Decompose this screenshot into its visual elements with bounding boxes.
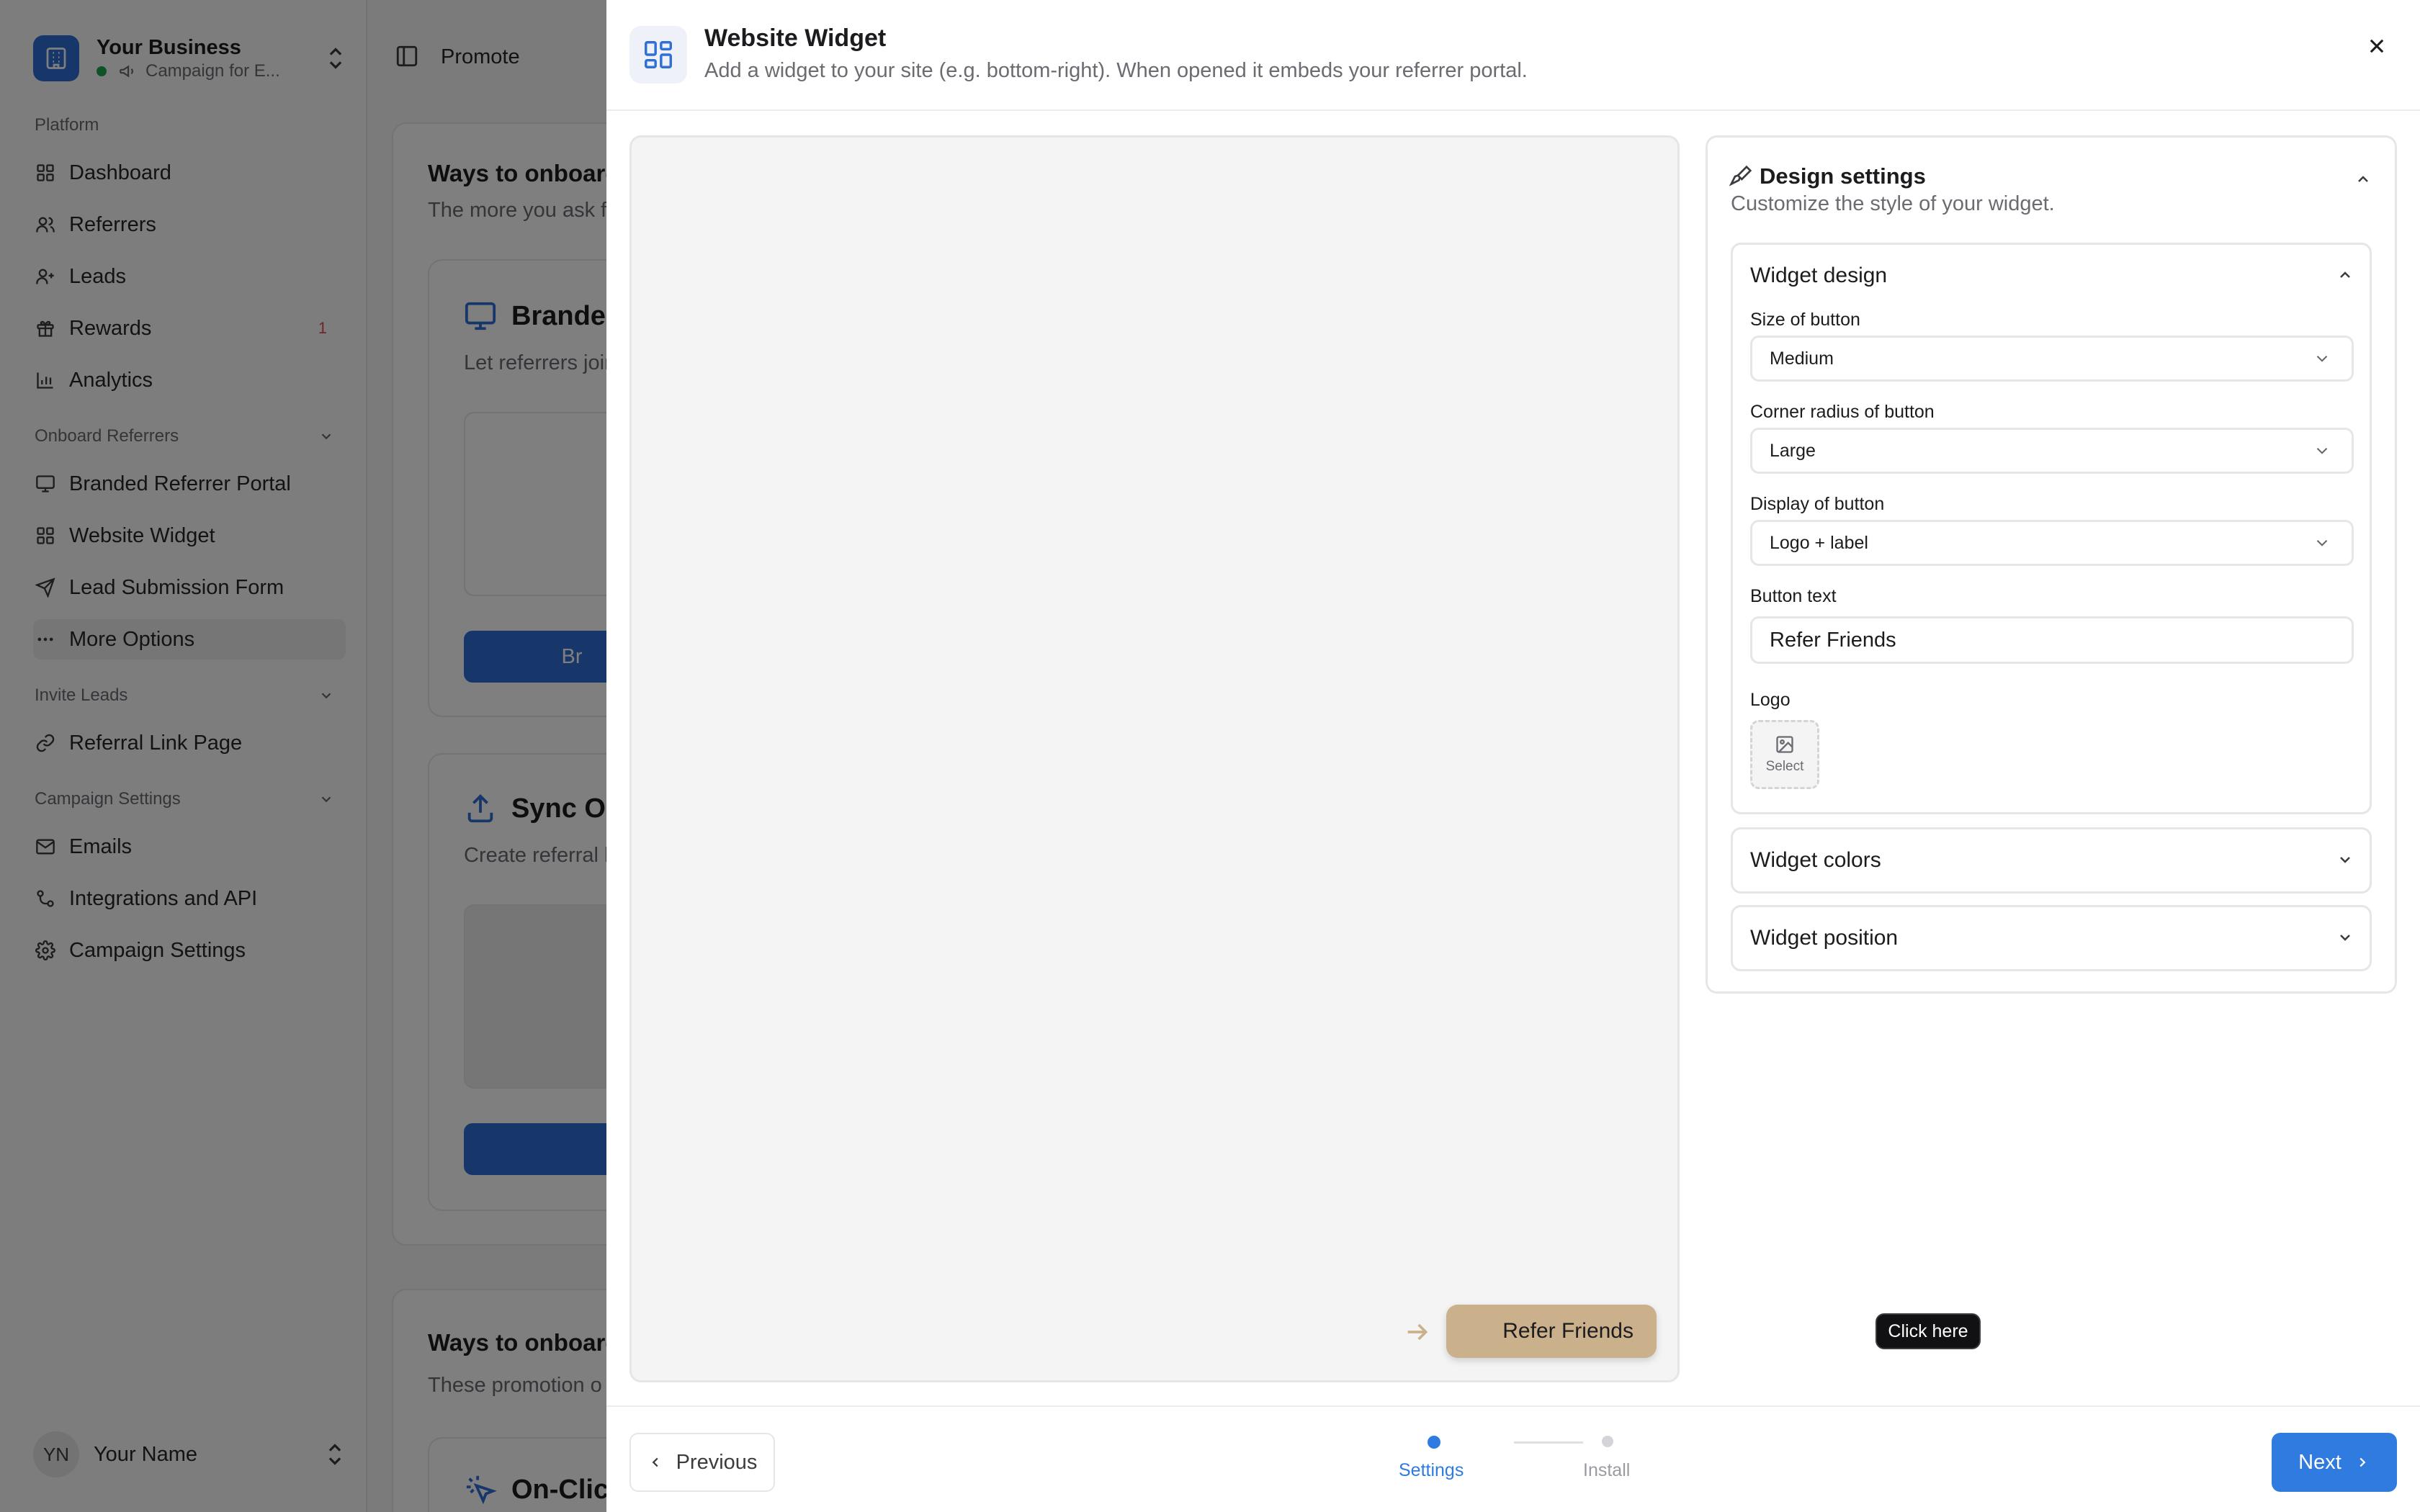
dialog-subtitle: Add a widget to your site (e.g. bottom-r… <box>704 59 1528 82</box>
radius-select[interactable]: Large <box>1750 428 2354 474</box>
chevron-down-icon <box>2313 349 2331 368</box>
widget-preview <box>629 135 1680 1382</box>
chevron-down-icon <box>2331 923 2360 952</box>
size-select[interactable]: Medium <box>1750 336 2354 382</box>
widget-design-accordion: Widget design Size of button Medium Corn… <box>1731 243 2372 814</box>
step-label-install: Install <box>1583 1460 1631 1480</box>
chevron-up-icon[interactable] <box>2331 261 2360 289</box>
step-label-settings: Settings <box>1399 1460 1464 1480</box>
display-label: Display of button <box>1750 494 1885 514</box>
chevron-down-icon <box>2331 845 2360 874</box>
dialog-header: Website Widget Add a widget to your site… <box>606 0 2420 111</box>
step-dot-install[interactable] <box>1602 1436 1613 1447</box>
next-button[interactable]: Next <box>2272 1433 2397 1492</box>
display-select[interactable]: Logo + label <box>1750 520 2354 566</box>
preview-tooltip: Click here <box>1876 1313 1981 1349</box>
button-text-input[interactable]: Refer Friends <box>1750 616 2354 664</box>
display-value: Logo + label <box>1770 532 1868 553</box>
image-icon <box>1775 734 1795 755</box>
widget-colors-title: Widget colors <box>1750 848 1881 872</box>
widget-design-title[interactable]: Widget design <box>1750 264 1887 288</box>
widget-position-accordion[interactable]: Widget position <box>1731 905 2372 971</box>
size-value: Medium <box>1770 348 1834 369</box>
chevron-right-icon <box>2354 1454 2370 1470</box>
website-widget-dialog: Website Widget Add a widget to your site… <box>606 0 2420 1512</box>
chevron-left-icon <box>647 1454 663 1470</box>
previous-button[interactable]: Previous <box>629 1433 775 1492</box>
step-dot-settings[interactable] <box>1428 1436 1440 1449</box>
preview-widget-button[interactable]: Refer Friends <box>1446 1305 1657 1358</box>
design-settings-title: Design settings <box>1760 163 1926 189</box>
chevron-up-icon[interactable] <box>2349 165 2378 194</box>
step-connector <box>1514 1441 1583 1444</box>
chevron-down-icon <box>2313 534 2331 552</box>
dialog-footer: Previous Settings Install Next <box>606 1405 2420 1512</box>
radius-label: Corner radius of button <box>1750 402 1935 422</box>
chevron-down-icon <box>2313 441 2331 460</box>
widget-colors-accordion[interactable]: Widget colors <box>1731 827 2372 894</box>
stepper: Settings Install <box>1399 1436 1672 1486</box>
design-settings-panel: Design settings Customize the style of y… <box>1706 135 2397 994</box>
widget-grid-icon <box>629 26 687 84</box>
logo-label: Logo <box>1750 690 1791 710</box>
paintbrush-icon <box>1729 165 1752 188</box>
close-icon[interactable] <box>2360 29 2394 63</box>
arrow-right-icon <box>1403 1318 1432 1346</box>
design-settings-subtitle: Customize the style of your widget. <box>1731 192 2055 215</box>
dialog-title: Website Widget <box>704 24 887 52</box>
widget-position-title: Widget position <box>1750 926 1899 950</box>
logo-upload[interactable]: Select <box>1750 720 1819 789</box>
logo-select-label: Select <box>1765 759 1804 774</box>
size-label: Size of button <box>1750 310 1860 330</box>
button-text-label: Button text <box>1750 586 1837 606</box>
button-text-value: Refer Friends <box>1770 628 1896 652</box>
radius-value: Large <box>1770 440 1816 461</box>
